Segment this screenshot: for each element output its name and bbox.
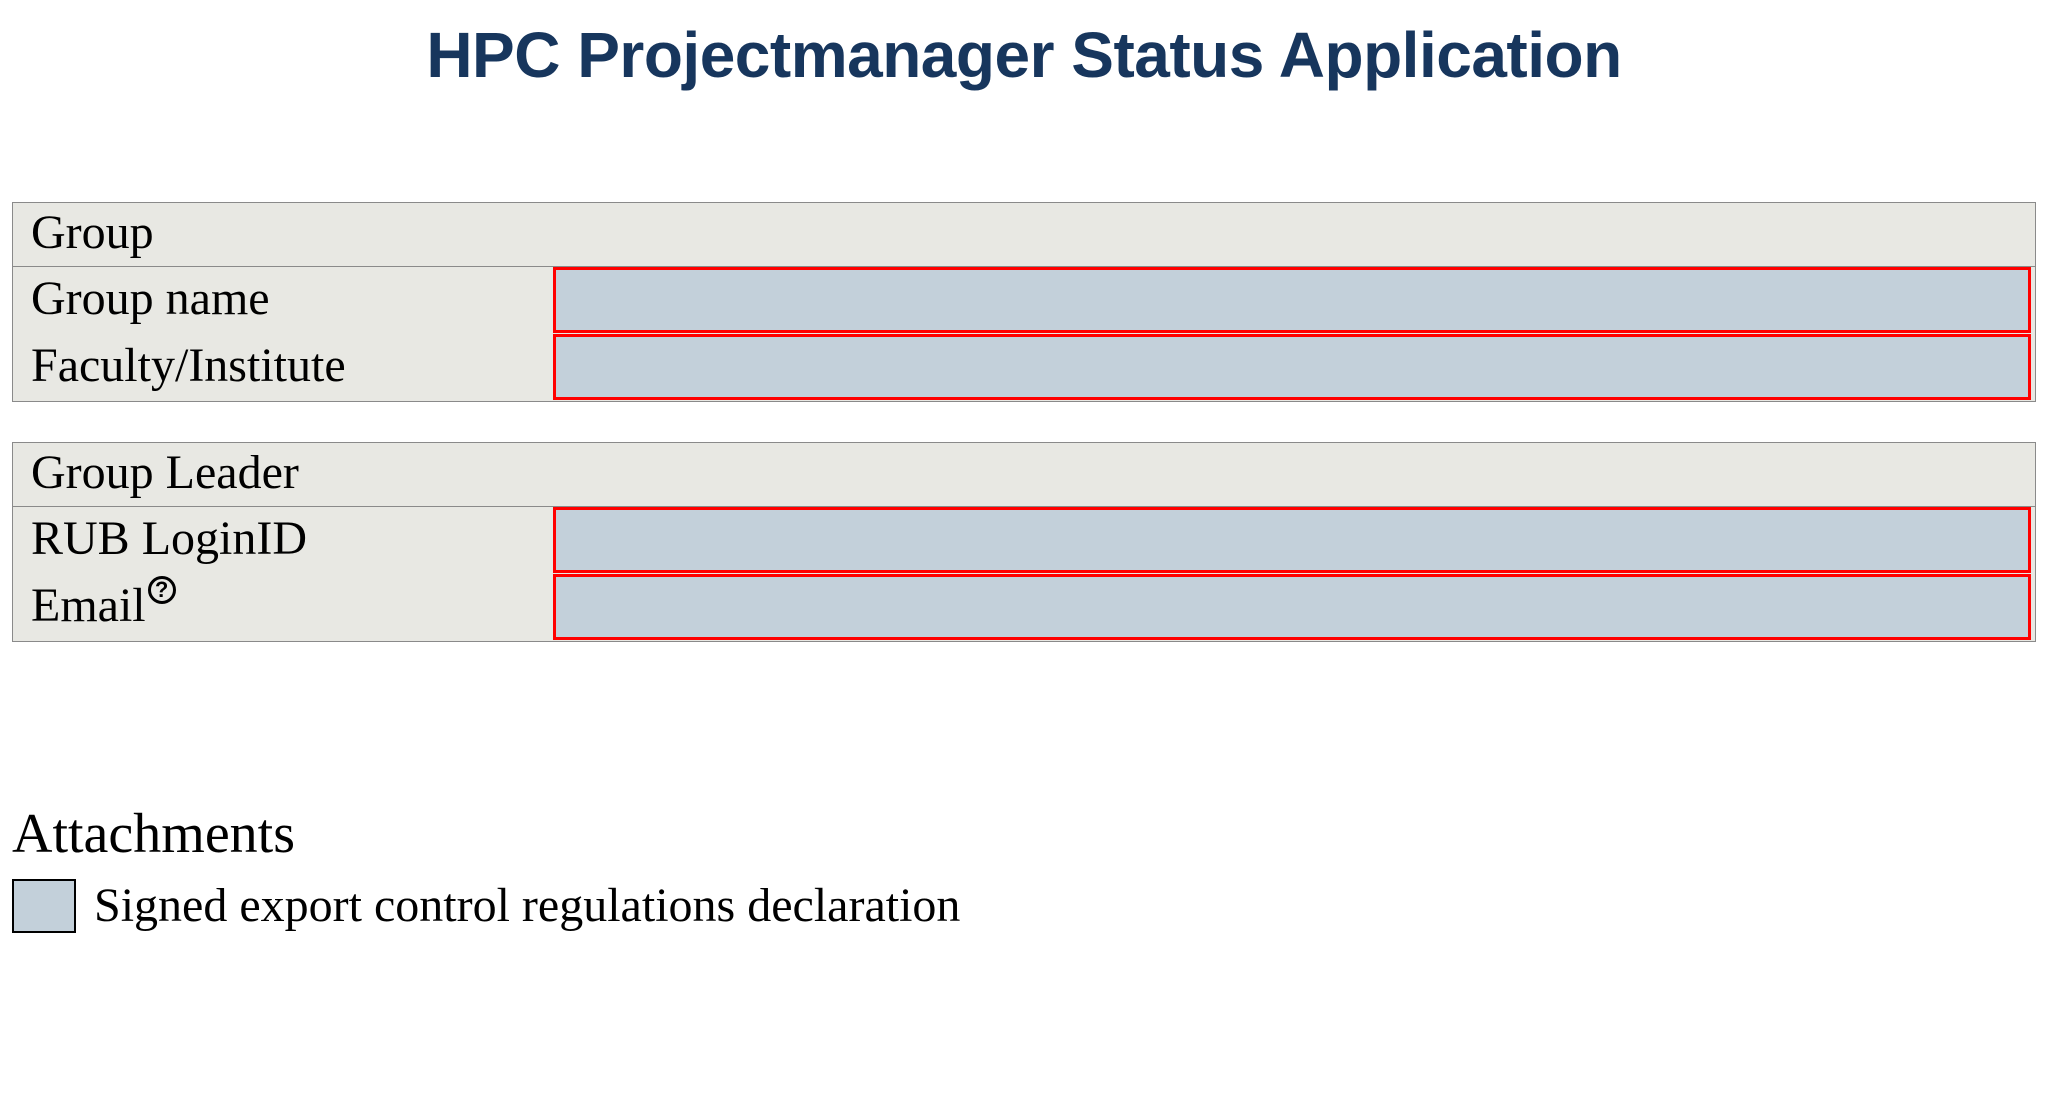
attachment-item-row: Signed export control regulations declar… [12,878,2036,933]
group-section: Group Group name Faculty/Institute [12,202,2036,402]
login-row: RUB LoginID [13,507,2035,574]
login-input[interactable] [553,507,2031,573]
page-title: HPC Projectmanager Status Application [0,0,2048,202]
faculty-row: Faculty/Institute [13,334,2035,401]
group-name-label: Group name [13,267,553,334]
email-label: Email? [13,574,553,641]
attachment-item-label: Signed export control regulations declar… [94,878,960,933]
email-label-text: Email [31,578,146,633]
attachments-section: Attachments Signed export control regula… [0,682,2048,933]
group-name-row: Group name [13,267,2035,334]
faculty-input[interactable] [553,334,2031,400]
email-row: Email? [13,574,2035,641]
login-label: RUB LoginID [13,507,553,574]
group-name-input[interactable] [553,267,2031,333]
attachment-checkbox[interactable] [12,879,76,933]
group-leader-section-header: Group Leader [13,443,2035,507]
group-section-header: Group [13,203,2035,267]
attachments-heading: Attachments [12,802,2036,866]
help-icon[interactable]: ? [148,576,176,604]
group-leader-section: Group Leader RUB LoginID Email? [12,442,2036,642]
email-input[interactable] [553,574,2031,640]
faculty-label: Faculty/Institute [13,334,553,401]
